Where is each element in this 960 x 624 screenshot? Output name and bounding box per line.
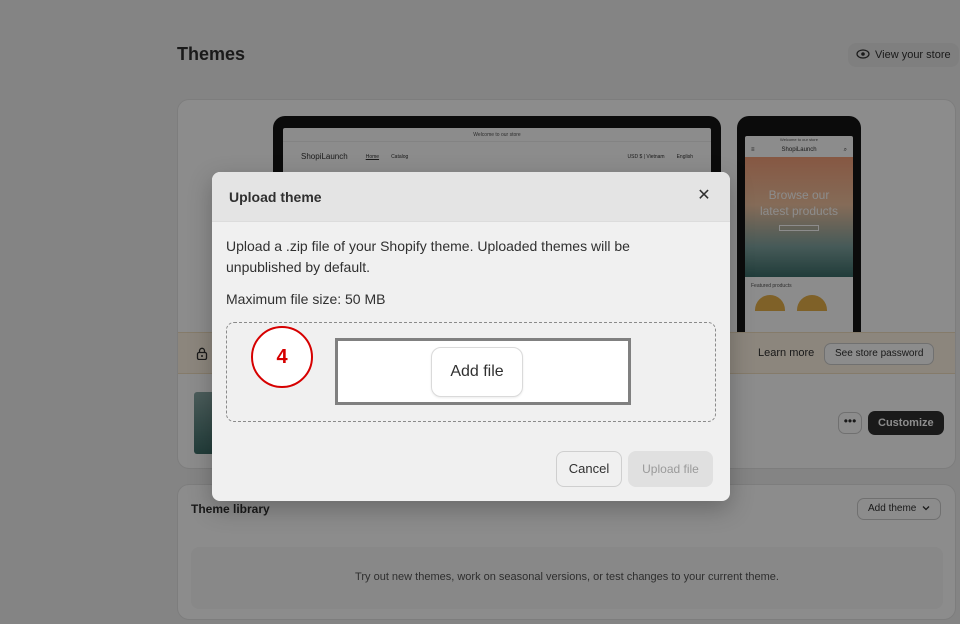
add-file-button[interactable]: Add file [431,347,523,397]
file-dropzone[interactable]: 4 Add file [226,322,716,422]
max-file-size: Maximum file size: 50 MB [226,291,386,307]
cancel-button[interactable]: Cancel [556,451,622,487]
modal-header: Upload theme ✕ [212,172,730,222]
close-icon[interactable]: ✕ [694,186,714,206]
step-number-badge: 4 [251,326,313,388]
modal-description: Upload a .zip file of your Shopify theme… [226,238,630,275]
upload-theme-dialog: Upload theme ✕ Upload a .zip file of you… [212,172,730,501]
modal-title: Upload theme [229,189,322,205]
upload-file-button[interactable]: Upload file [628,451,713,487]
highlight-box: Add file [335,338,631,405]
